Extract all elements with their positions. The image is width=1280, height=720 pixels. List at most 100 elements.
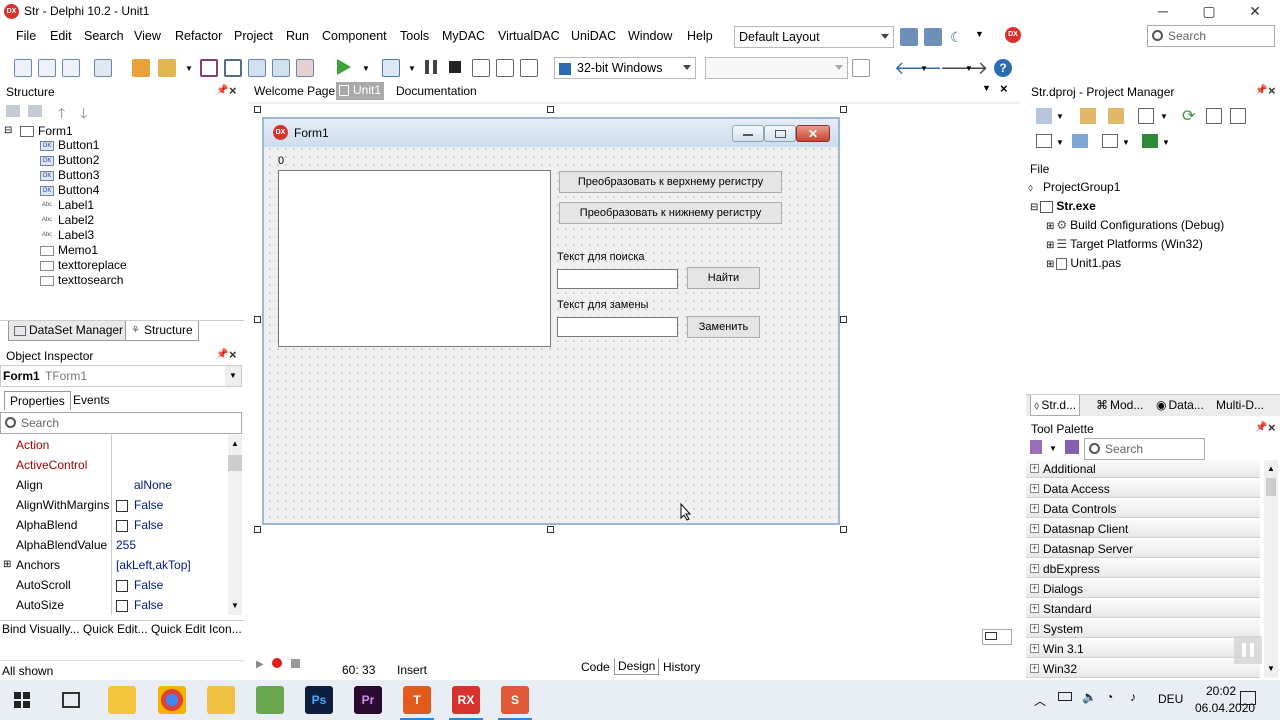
chevron-down-icon[interactable]: ▼ xyxy=(225,366,241,386)
resize-handle[interactable] xyxy=(547,106,554,113)
sync-icon[interactable]: ⟳ xyxy=(1182,106,1195,126)
menu-view[interactable]: View xyxy=(134,29,161,43)
palette-category[interactable]: + Dialogs xyxy=(1026,580,1260,598)
checkbox[interactable] xyxy=(116,519,128,532)
tab-properties[interactable]: Properties xyxy=(4,391,71,410)
tree-item[interactable]: OK Button2 xyxy=(40,153,99,168)
tree-item[interactable]: OK Button3 xyxy=(40,168,99,183)
tab-structure[interactable]: ⚘ Structure xyxy=(125,321,199,341)
rad-studio-icon[interactable]: RX xyxy=(452,686,480,714)
tab-code[interactable]: Code xyxy=(578,659,613,675)
menu-search[interactable]: Search xyxy=(84,29,124,43)
close-icon[interactable]: × xyxy=(229,83,237,98)
tree-item[interactable]: Memo1 xyxy=(40,243,98,258)
add-to-project-icon[interactable] xyxy=(272,59,290,77)
property-value[interactable]: False xyxy=(116,575,163,595)
property-row[interactable]: ⊞ Anchors [akLeft,akTop] xyxy=(0,555,242,575)
menu-help[interactable]: Help xyxy=(687,29,713,43)
layout-combo[interactable]: Default Layout xyxy=(734,26,894,48)
scroll-thumb[interactable] xyxy=(1266,478,1276,496)
add-file-icon[interactable] xyxy=(248,59,266,77)
run-to-cursor-icon[interactable] xyxy=(520,59,538,77)
tab-events[interactable]: Events xyxy=(73,393,110,407)
menu-virtualdac[interactable]: VirtualDAC xyxy=(498,29,560,43)
chevron-down-icon[interactable]: ▼ xyxy=(1160,112,1168,121)
expand-icon[interactable]: ⊞ xyxy=(3,555,11,575)
palette-category[interactable]: + Additional xyxy=(1026,460,1260,478)
menu-run[interactable]: Run xyxy=(286,29,309,43)
pin-icon[interactable]: 📌 xyxy=(1255,422,1267,433)
button1-to-upper[interactable]: Преобразовать к верхнему регистру xyxy=(559,171,782,193)
property-value[interactable]: alNone xyxy=(134,475,172,495)
resize-handle[interactable] xyxy=(840,316,847,323)
pin-icon[interactable]: 📌 xyxy=(216,85,228,96)
project-group-node[interactable]: ⬨ ProjectGroup1 xyxy=(1028,180,1120,194)
menu-refactor[interactable]: Refactor xyxy=(175,29,222,43)
tab-design[interactable]: Design xyxy=(614,658,660,675)
ide-search-input[interactable]: Search xyxy=(1147,25,1275,47)
tree-item[interactable]: OK Button4 xyxy=(40,183,99,198)
palette-category[interactable]: + Data Controls xyxy=(1026,500,1260,518)
folder-icon[interactable] xyxy=(28,105,42,117)
run-without-debug-icon[interactable] xyxy=(382,59,400,77)
collapse-icon[interactable]: ⊟ xyxy=(4,125,12,136)
texttosearch-input[interactable] xyxy=(557,269,678,289)
form-designer[interactable]: DX Form1 ✕ 0 Преобразовать к верхнему ре… xyxy=(262,117,840,525)
refresh-icon[interactable] xyxy=(852,59,870,77)
tree-item[interactable]: texttosearch xyxy=(40,273,123,288)
property-row[interactable]: Align alNone xyxy=(0,475,242,495)
resize-handle[interactable] xyxy=(254,526,261,533)
stop-macro-icon[interactable] xyxy=(291,659,300,668)
save-desktop-icon[interactable] xyxy=(900,28,918,46)
stop-icon[interactable] xyxy=(449,61,461,73)
tab-welcome-page[interactable]: Welcome Page xyxy=(254,84,335,98)
record-macro-icon[interactable] xyxy=(272,658,282,668)
tab-project[interactable]: ⬨ Str.d... xyxy=(1030,395,1081,416)
property-row[interactable]: AlphaBlendValue 255 xyxy=(0,535,242,555)
chevron-down-icon[interactable]: ▼ xyxy=(1162,138,1170,147)
project-child-node[interactable]: ⊞ ☰ Target Platforms (Win32) xyxy=(1046,237,1203,251)
open-icon[interactable] xyxy=(158,59,176,77)
new-icon[interactable] xyxy=(14,59,32,77)
help-icon[interactable]: ? xyxy=(994,59,1012,77)
expand-icon[interactable]: ⊞ xyxy=(1046,221,1054,232)
expand-icon[interactable]: ⊞ xyxy=(1046,240,1054,251)
folder-icon[interactable] xyxy=(6,105,20,117)
resize-handle[interactable] xyxy=(840,526,847,533)
moon-icon[interactable]: ☾ xyxy=(950,29,963,46)
property-value[interactable]: [akLeft,akTop] xyxy=(116,555,191,575)
checkbox[interactable] xyxy=(116,579,128,592)
pin-icon[interactable]: 📌 xyxy=(1255,85,1267,96)
trace-into-icon[interactable] xyxy=(496,59,514,77)
checkbox[interactable] xyxy=(116,599,128,612)
open-project-icon[interactable] xyxy=(94,59,112,77)
scroll-thumb[interactable] xyxy=(228,455,242,471)
menu-unidac[interactable]: UniDAC xyxy=(571,29,616,43)
app-t-icon[interactable]: T xyxy=(403,686,431,714)
keyboard-language[interactable]: DEU xyxy=(1158,692,1183,706)
menu-mydac[interactable]: MyDAC xyxy=(442,29,485,43)
palette-category[interactable]: + Win 3.1 xyxy=(1026,640,1260,658)
pause-overlay-icon[interactable] xyxy=(1234,636,1262,664)
minimize-button[interactable]: ─ xyxy=(1140,0,1186,22)
chevron-down-icon[interactable]: ▼ xyxy=(1267,664,1275,673)
chevron-down-icon[interactable]: ▼ xyxy=(408,64,416,73)
resize-handle[interactable] xyxy=(547,526,554,533)
project-child-node[interactable]: ⊞ Unit1.pas xyxy=(1046,256,1121,270)
menu-window[interactable]: Window xyxy=(628,29,672,43)
options-icon[interactable] xyxy=(1102,134,1118,148)
explorer-alt-icon[interactable] xyxy=(108,686,136,714)
chevron-down-icon[interactable]: ▼ xyxy=(975,29,984,39)
property-value[interactable]: False xyxy=(116,515,163,535)
memo1[interactable] xyxy=(278,170,551,347)
label1[interactable]: 0 xyxy=(278,155,284,167)
arrow-down-icon[interactable]: 🡓 xyxy=(80,103,87,127)
close-icon[interactable]: × xyxy=(1000,81,1008,96)
clock-time[interactable]: 20:02 xyxy=(1206,684,1236,698)
tree-root[interactable]: Form1 xyxy=(20,124,73,138)
form-preview-icon[interactable] xyxy=(982,629,1012,645)
object-selector[interactable]: Form1 TForm1 ▼ xyxy=(0,365,242,387)
tab-dataset-manager[interactable]: DataSet Manager xyxy=(8,321,130,341)
property-row[interactable]: AutoSize False xyxy=(0,595,242,615)
palette-scrollbar[interactable]: ▲ ▼ xyxy=(1264,460,1278,678)
